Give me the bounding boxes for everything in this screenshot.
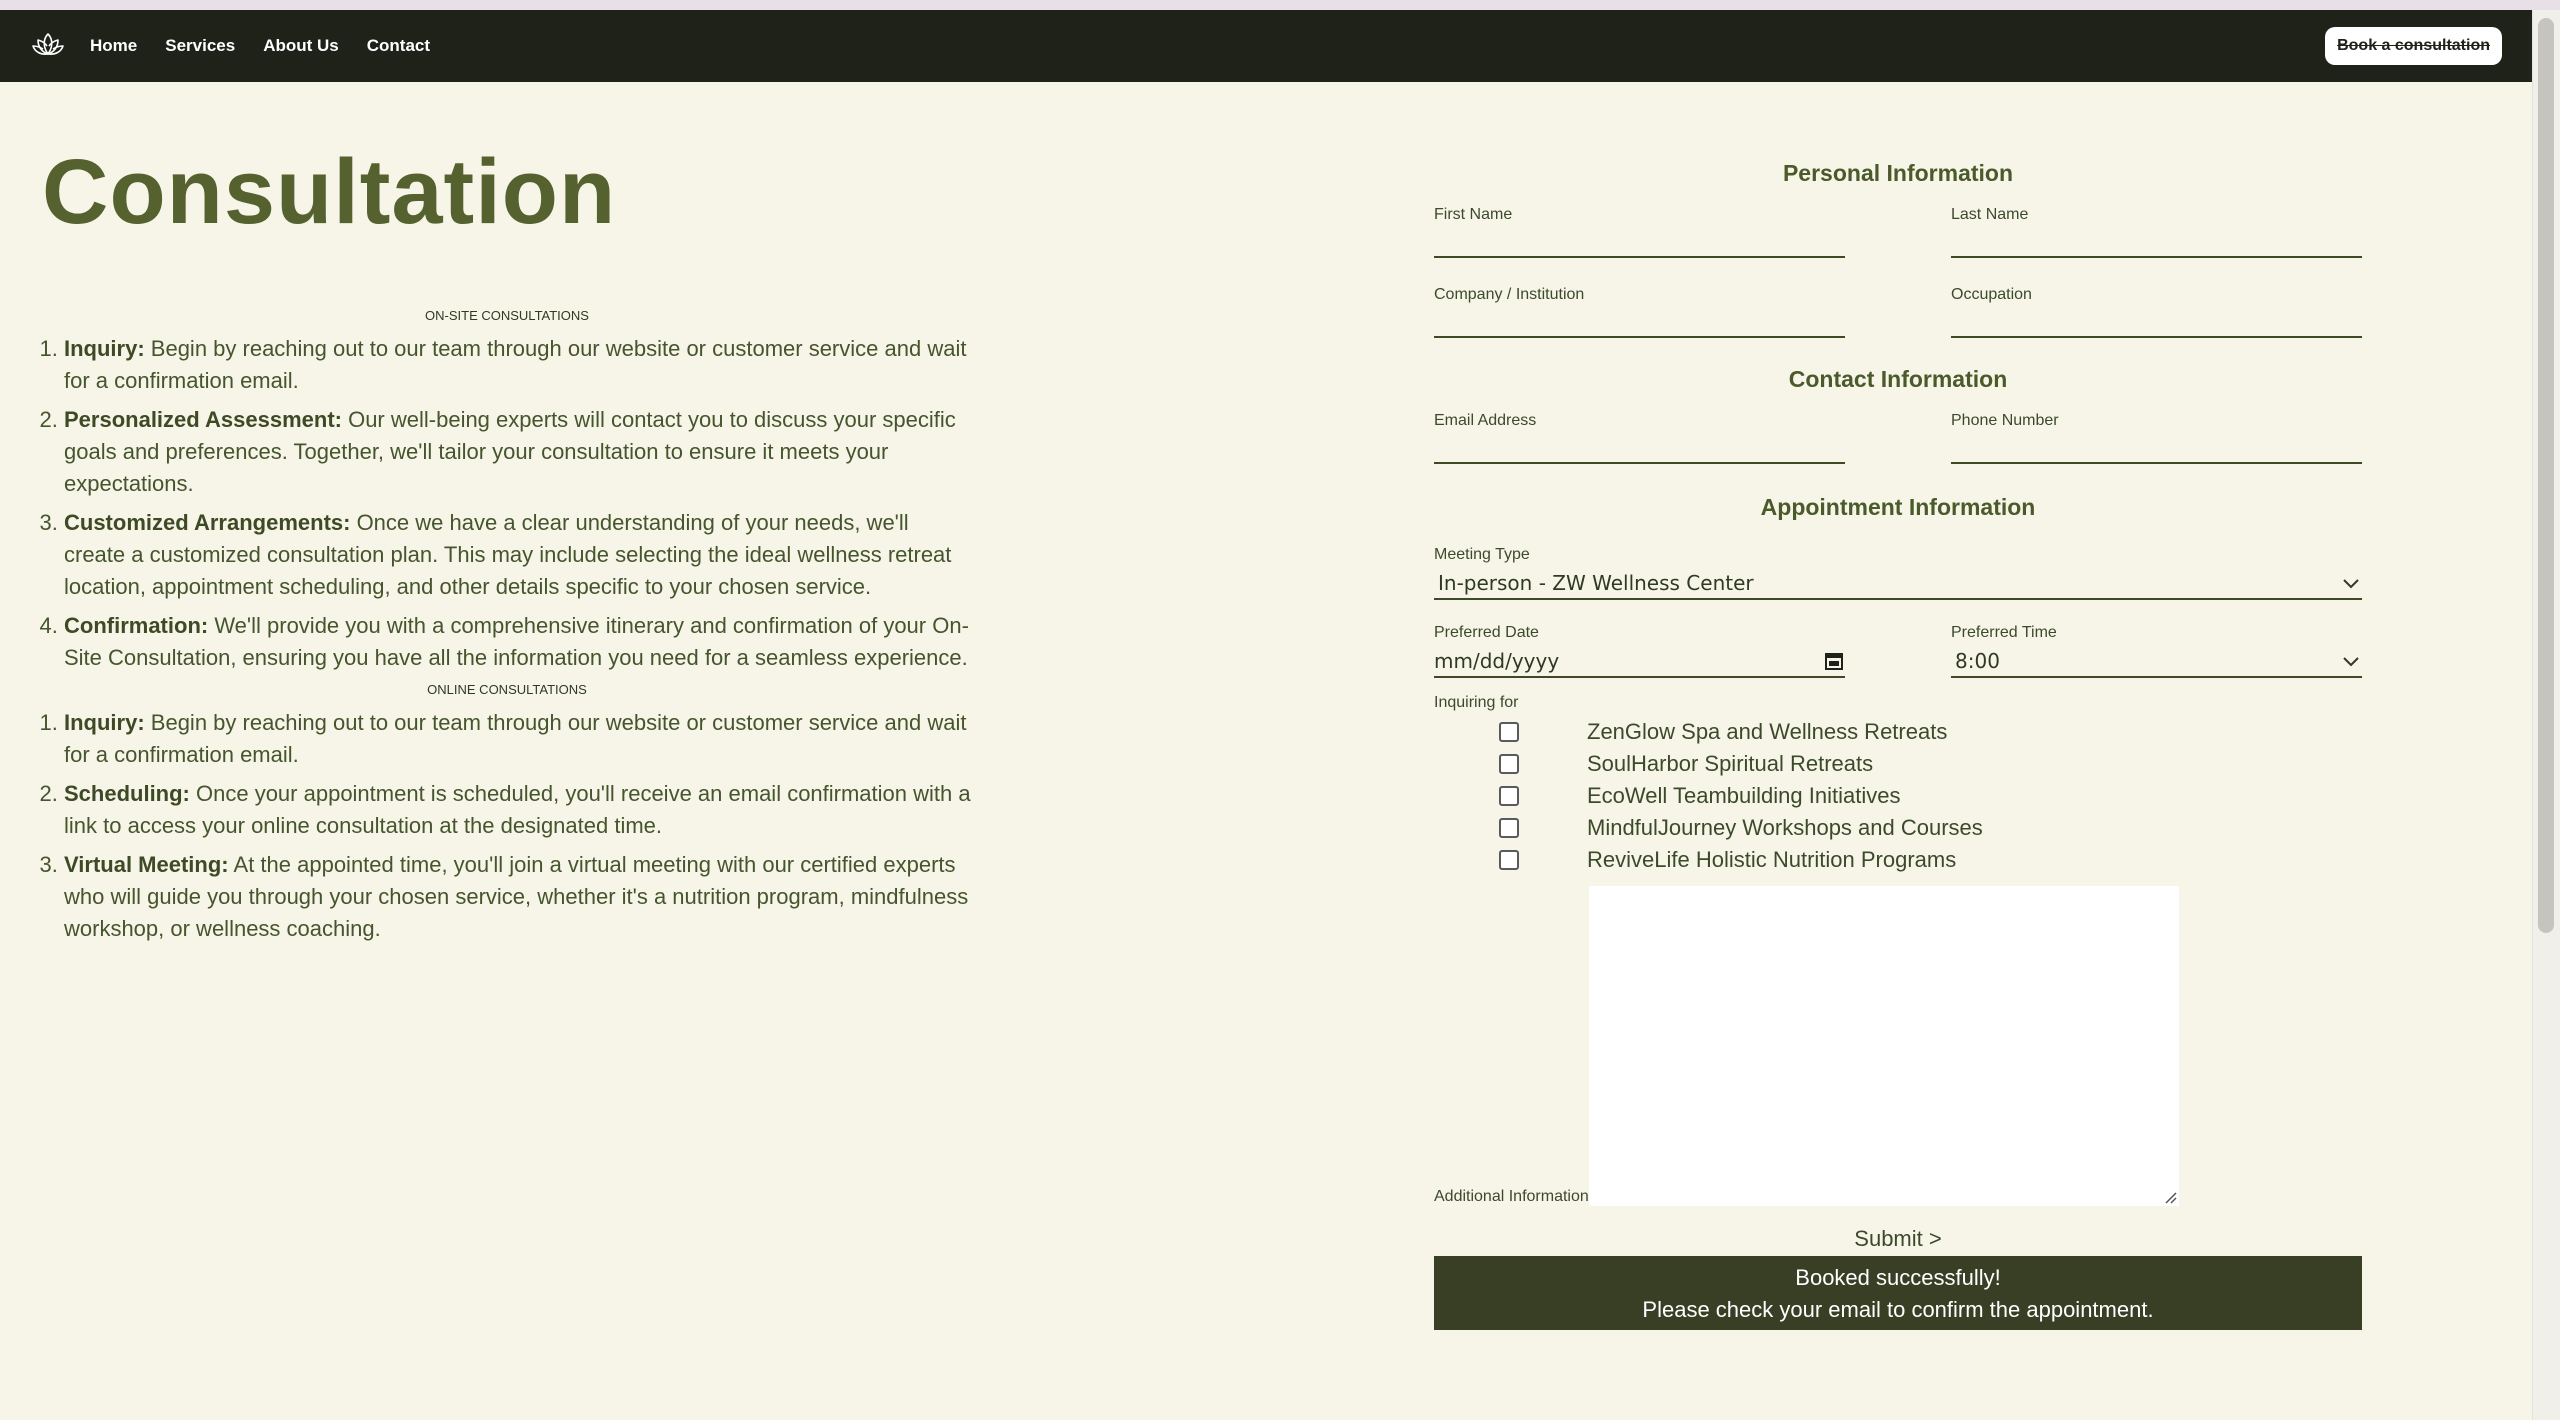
last-name-field: Last Name	[1951, 206, 2362, 258]
online-steps-list: Inquiry: Begin by reaching out to our te…	[64, 707, 972, 945]
nav-links: Home Services About Us Contact	[90, 10, 430, 82]
onsite-step: Personalized Assessment: Our well-being …	[64, 404, 972, 500]
nav-home-link[interactable]: Home	[90, 36, 137, 56]
step-title: Inquiry:	[64, 336, 145, 361]
services-checkbox-list: ZenGlow Spa and Wellness Retreats SoulHa…	[1499, 716, 2362, 876]
company-label: Company / Institution	[1434, 286, 1585, 303]
additional-info-field: Additional Information	[1434, 886, 2362, 1206]
book-consultation-button[interactable]: Book a consultation	[2325, 27, 2502, 65]
online-step: Virtual Meeting: At the appointed time, …	[64, 849, 972, 945]
phone-field: Phone Number	[1951, 412, 2362, 464]
online-step: Inquiry: Begin by reaching out to our te…	[64, 707, 972, 771]
phone-label: Phone Number	[1951, 412, 2059, 429]
chevron-down-icon	[2343, 657, 2359, 667]
onsite-caption: ON-SITE CONSULTATIONS	[425, 308, 589, 323]
success-message: Please check your email to confirm the a…	[1642, 1297, 2154, 1322]
preferred-time-select[interactable]: 8:00	[1951, 646, 2362, 678]
last-name-label: Last Name	[1951, 206, 2029, 223]
onsite-step: Inquiry: Begin by reaching out to our te…	[64, 333, 972, 397]
occupation-input[interactable]	[1951, 308, 2362, 338]
appointment-info-heading: Appointment Information	[1760, 494, 2036, 520]
preferred-date-input[interactable]: mm/dd/yyyy	[1434, 646, 1845, 678]
service-checkbox[interactable]	[1499, 850, 1519, 870]
preferred-date-field: Preferred Date mm/dd/yyyy	[1434, 624, 1845, 678]
preferred-date-label: Preferred Date	[1434, 624, 1539, 641]
consultation-form: Personal Information First Name Last Nam…	[1434, 160, 2362, 1330]
company-input[interactable]	[1434, 308, 1845, 338]
service-option[interactable]: SoulHarbor Spiritual Retreats	[1499, 748, 2362, 780]
step-title: Inquiry:	[64, 710, 145, 735]
last-name-input[interactable]	[1951, 228, 2362, 258]
service-label: SoulHarbor Spiritual Retreats	[1587, 751, 1874, 776]
service-label: ZenGlow Spa and Wellness Retreats	[1587, 719, 1948, 744]
email-field: Email Address	[1434, 412, 1845, 464]
service-checkbox[interactable]	[1499, 722, 1519, 742]
step-title: Scheduling:	[64, 781, 190, 806]
service-option[interactable]: ZenGlow Spa and Wellness Retreats	[1499, 716, 2362, 748]
success-title: Booked successfully!	[1795, 1265, 2001, 1290]
window-top-strip	[0, 0, 2560, 10]
chevron-down-icon	[2343, 579, 2359, 589]
first-name-label: First Name	[1434, 206, 1513, 223]
occupation-field: Occupation	[1951, 286, 2362, 338]
preferred-time-label: Preferred Time	[1951, 624, 2057, 641]
step-text: Begin by reaching out to our team throug…	[64, 710, 967, 767]
page-title: Consultation	[42, 141, 617, 243]
first-name-field: First Name	[1434, 206, 1845, 258]
company-field: Company / Institution	[1434, 286, 1845, 338]
inquiring-for-label: Inquiring for	[1434, 694, 1519, 711]
onsite-step: Customized Arrangements: Once we have a …	[64, 507, 972, 603]
meeting-type-field: Meeting Type In-person - ZW Wellness Cen…	[1434, 546, 2362, 600]
service-checkbox[interactable]	[1499, 786, 1519, 806]
step-title: Customized Arrangements:	[64, 510, 351, 535]
meeting-type-value: In-person - ZW Wellness Center	[1438, 571, 1754, 595]
service-checkbox[interactable]	[1499, 818, 1519, 838]
preferred-time-value: 8:00	[1955, 649, 2000, 673]
step-text: Once your appointment is scheduled, you'…	[64, 781, 971, 838]
online-caption: ONLINE CONSULTATIONS	[427, 682, 587, 697]
meeting-type-select[interactable]: In-person - ZW Wellness Center	[1434, 568, 2362, 600]
additional-info-textarea[interactable]	[1588, 886, 2179, 1206]
submit-button[interactable]: Submit >	[1854, 1226, 1941, 1252]
inquiring-for-field: Inquiring for ZenGlow Spa and Wellness R…	[1434, 694, 2362, 876]
online-step: Scheduling: Once your appointment is sch…	[64, 778, 972, 842]
step-title: Confirmation:	[64, 613, 209, 638]
phone-input[interactable]	[1951, 434, 2362, 464]
service-checkbox[interactable]	[1499, 754, 1519, 774]
service-label: EcoWell Teambuilding Initiatives	[1587, 783, 1901, 808]
nav-contact-link[interactable]: Contact	[367, 36, 430, 56]
email-input[interactable]	[1434, 434, 1845, 464]
onsite-step: Confirmation: We'll provide you with a c…	[64, 610, 972, 674]
service-option[interactable]: EcoWell Teambuilding Initiatives	[1499, 780, 2362, 812]
personal-info-heading: Personal Information	[1782, 160, 2014, 186]
success-banner: Booked successfully! Please check your e…	[1434, 1256, 2362, 1330]
scrollbar-thumb[interactable]	[2538, 18, 2554, 933]
resize-grip-icon[interactable]	[2163, 1190, 2177, 1204]
onsite-steps-list: Inquiry: Begin by reaching out to our te…	[64, 333, 972, 674]
additional-info-label: Additional Information	[1434, 1188, 1589, 1205]
occupation-label: Occupation	[1951, 286, 2032, 303]
email-label: Email Address	[1434, 412, 1537, 429]
service-label: MindfulJourney Workshops and Courses	[1587, 815, 1983, 840]
meeting-type-label: Meeting Type	[1434, 546, 1530, 563]
consultation-steps: ON-SITE CONSULTATIONS Inquiry: Begin by …	[42, 300, 972, 952]
top-navbar: Home Services About Us Contact Book a co…	[0, 10, 2532, 82]
nav-services-link[interactable]: Services	[165, 36, 235, 56]
service-option[interactable]: MindfulJourney Workshops and Courses	[1499, 812, 2362, 844]
nav-about-link[interactable]: About Us	[263, 36, 339, 56]
step-title: Virtual Meeting:	[64, 852, 229, 877]
calendar-icon[interactable]	[1823, 650, 1845, 672]
first-name-input[interactable]	[1434, 228, 1845, 258]
contact-info-heading: Contact Information	[1788, 366, 2008, 392]
step-text: Begin by reaching out to our team throug…	[64, 336, 967, 393]
service-option[interactable]: ReviveLife Holistic Nutrition Programs	[1499, 844, 2362, 876]
service-label: ReviveLife Holistic Nutrition Programs	[1587, 847, 1957, 872]
step-title: Personalized Assessment:	[64, 407, 342, 432]
preferred-time-field: Preferred Time 8:00	[1951, 624, 2362, 678]
lotus-logo-icon[interactable]	[30, 28, 66, 64]
date-placeholder: mm/dd/yyyy	[1434, 649, 1560, 673]
